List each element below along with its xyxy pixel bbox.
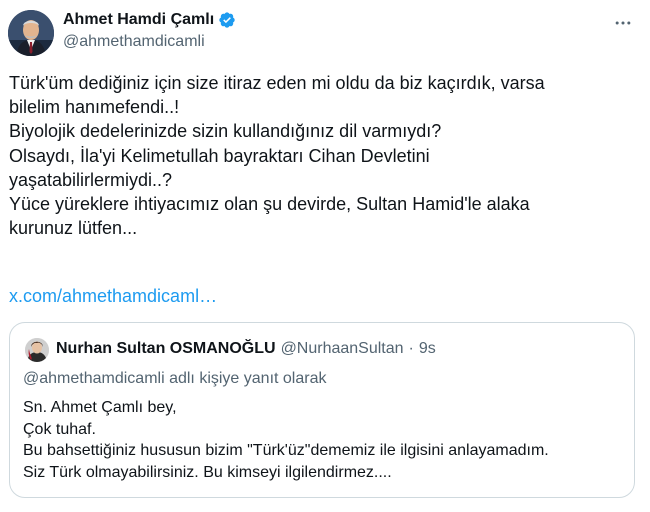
tweet-body-line: bilelim hanımefendi..! xyxy=(9,97,180,118)
tweet-body-line: Yüce yüreklere ihtiyacımız olan şu devir… xyxy=(9,194,530,215)
quoted-body-line: Siz Türk olmayabilirsiniz. Bu kimseyi il… xyxy=(23,463,392,481)
author-name[interactable]: Ahmet Hamdi Çamlı xyxy=(63,11,214,29)
quoted-author-handle[interactable]: @NurhaanSultan xyxy=(281,340,404,358)
tweet: Ahmet Hamdi Çamlı @ahmethamdicamli Türk'… xyxy=(0,0,650,512)
quoted-author-avatar-image xyxy=(25,338,49,362)
tweet-body-line: Olsaydı, İla'yi Kelimetullah bayraktarı … xyxy=(9,145,430,166)
quoted-tweet-body: Sn. Ahmet Çamlı bey, Çok tuhaf. Bu bahse… xyxy=(23,397,549,483)
author-line: Ahmet Hamdi Çamlı xyxy=(63,11,236,29)
quoted-author-avatar[interactable] xyxy=(25,338,49,362)
reply-context: @ahmethamdicamli adlı kişiye yanıt olara… xyxy=(23,370,327,387)
tweet-body-line: yaşatabilirlermiydi..? xyxy=(9,169,173,190)
quoted-body-line: Çok tuhaf. xyxy=(23,420,96,438)
quoted-body-line: Sn. Ahmet Çamlı bey, xyxy=(23,399,177,416)
author-avatar-image xyxy=(8,10,54,56)
quoted-tweet-time[interactable]: 9s xyxy=(419,340,436,358)
more-horizontal-icon[interactable] xyxy=(612,12,634,34)
quoted-author-name[interactable]: Nurhan Sultan OSMANOĞLU xyxy=(56,340,276,358)
tweet-link[interactable]: x.com/ahmethamdicaml… xyxy=(9,286,217,307)
quoted-tweet-header: Nurhan Sultan OSMANOĞLU @NurhaanSultan ·… xyxy=(56,340,436,358)
quoted-tweet[interactable]: Nurhan Sultan OSMANOĞLU @NurhaanSultan ·… xyxy=(9,322,635,498)
tweet-body-line: Biyolojik dedelerinizde sizin kullandığı… xyxy=(9,121,442,142)
tweet-body: Türk'üm dediğiniz için size itiraz eden … xyxy=(9,71,629,240)
separator-dot: · xyxy=(408,340,414,357)
author-avatar[interactable] xyxy=(8,10,54,56)
verified-badge-icon[interactable] xyxy=(218,11,236,29)
tweet-body-line: kurunuz lütfen... xyxy=(9,218,138,239)
quoted-body-line: Bu bahsettiğiniz hususun bizim "Türk'üz"… xyxy=(23,442,549,459)
author-handle[interactable]: @ahmethamdicamli xyxy=(63,33,205,51)
tweet-body-line: Türk'üm dediğiniz için size itiraz eden … xyxy=(9,73,545,93)
